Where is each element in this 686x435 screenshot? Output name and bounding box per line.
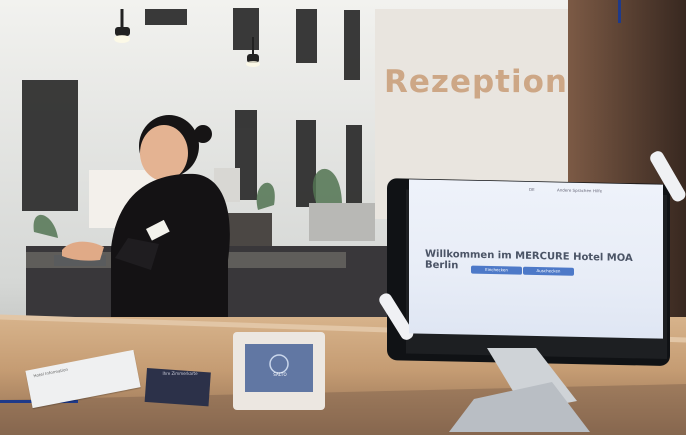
keycard-holder-label: Ihre Zimmerkarte xyxy=(162,371,198,376)
card-reader-brand: SALTO xyxy=(273,372,287,377)
paper-text: Hotel Information xyxy=(33,366,69,379)
photo: Rezeption DE Andere Sprachen Hilfe Willk… xyxy=(0,0,686,435)
checkout-button[interactable]: Auschecken xyxy=(523,266,574,276)
reader-panel xyxy=(245,344,313,392)
frame-mark-top-right xyxy=(618,0,621,23)
language-indicator[interactable]: DE xyxy=(529,187,535,192)
kiosk-screen: DE Andere Sprachen Hilfe Willkommen im M… xyxy=(409,179,663,339)
checkin-button[interactable]: Einchecken xyxy=(471,265,522,275)
other-languages-button[interactable]: Andere Sprachen xyxy=(557,187,591,193)
help-button[interactable]: Hilfe xyxy=(593,188,602,193)
desk-object xyxy=(309,203,375,241)
rezeption-sign: Rezeption xyxy=(384,64,568,100)
